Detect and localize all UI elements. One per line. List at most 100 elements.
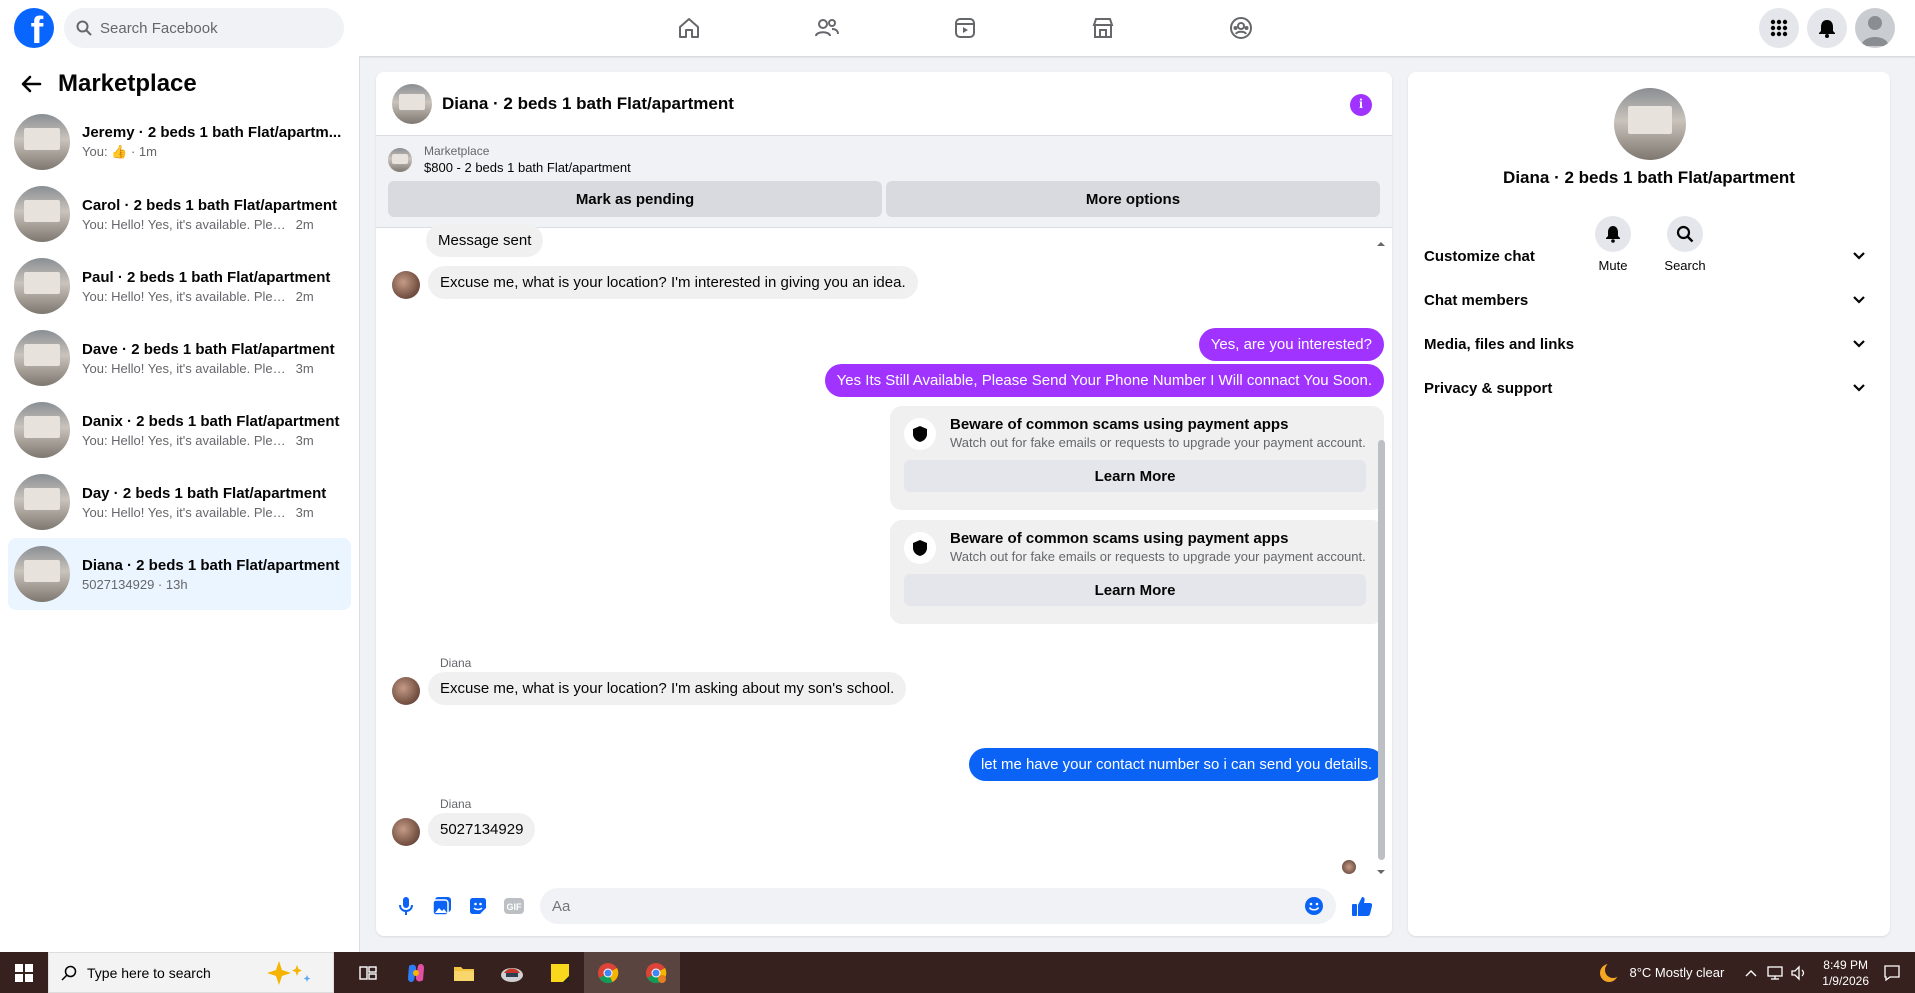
seen-indicator-avatar xyxy=(1342,860,1356,874)
weather-widget[interactable]: 8°C Mostly clear xyxy=(1598,961,1724,984)
listing-banner: Marketplace $800 - 2 beds 1 bath Flat/ap… xyxy=(376,136,1392,228)
listing-thumbnail xyxy=(14,474,70,530)
section-label: Chat members xyxy=(1424,291,1529,309)
info-icon[interactable]: i xyxy=(1350,94,1372,116)
gif-icon[interactable]: GIF xyxy=(496,888,532,924)
mark-pending-button[interactable]: Mark as pending xyxy=(388,181,882,217)
conversation-time: 3m xyxy=(295,504,314,520)
volume-icon[interactable] xyxy=(1790,964,1808,981)
marketplace-icon[interactable] xyxy=(1034,0,1172,56)
sticker-icon[interactable] xyxy=(460,888,496,924)
conversation-title: Jeremy · 2 beds 1 bath Flat/apartm... xyxy=(82,124,342,141)
chat-members-section[interactable]: Chat members xyxy=(1424,278,1874,322)
conversation-preview: You: Hello! Yes, it's available. Please … xyxy=(82,216,292,232)
facebook-logo[interactable]: f xyxy=(14,8,54,48)
like-icon[interactable] xyxy=(1344,888,1380,924)
message-input[interactable] xyxy=(552,897,1304,915)
customize-chat-section[interactable]: Customize chat xyxy=(1424,234,1874,278)
section-label: Customize chat xyxy=(1424,247,1535,265)
message-row: Message sent xyxy=(418,224,544,257)
chat-panel: Diana · 2 beds 1 bath Flat/apartment i M… xyxy=(376,72,1392,936)
back-arrow-icon[interactable] xyxy=(20,73,42,95)
top-navigation-bar: f xyxy=(0,0,1915,56)
learn-more-button[interactable]: Learn More xyxy=(904,574,1366,606)
chat-avatar[interactable] xyxy=(392,83,432,124)
scam-warning-card: Beware of common scams using payment app… xyxy=(890,406,1384,510)
sender-name: Diana xyxy=(440,656,472,670)
sender-avatar xyxy=(392,271,420,299)
conversation-item[interactable]: Jeremy · 2 beds 1 bath Flat/apartm... Yo… xyxy=(8,106,351,178)
scam-warning-card: Beware of common scams using payment app… xyxy=(890,520,1384,624)
conversation-item-active[interactable]: Diana · 2 beds 1 bath Flat/apartment 502… xyxy=(8,538,351,610)
listing-summary[interactable]: Marketplace $800 - 2 beds 1 bath Flat/ap… xyxy=(388,144,1380,175)
main-nav xyxy=(620,0,1310,56)
taskbar-search[interactable] xyxy=(48,952,334,993)
conversation-preview: 5027134929 · 13h xyxy=(82,576,188,592)
chat-scrollbar[interactable] xyxy=(1376,240,1386,876)
message-bubble: Excuse me, what is your location? I'm in… xyxy=(428,266,918,299)
conversation-time: · 1m xyxy=(130,144,157,159)
chat-title[interactable]: Diana · 2 beds 1 bath Flat/apartment xyxy=(442,94,734,114)
privacy-support-section[interactable]: Privacy & support xyxy=(1424,366,1874,410)
conversation-title: Danix · 2 beds 1 bath Flat/apartment xyxy=(82,412,340,430)
conversation-title: Paul · 2 beds 1 bath Flat/apartment xyxy=(82,268,331,286)
message-bubble: Excuse me, what is your location? I'm as… xyxy=(428,672,907,705)
emoji-icon[interactable] xyxy=(1304,896,1324,916)
facebook-search[interactable] xyxy=(64,8,344,48)
more-options-button[interactable]: More options xyxy=(886,181,1380,217)
scroll-down-icon[interactable] xyxy=(1376,868,1386,876)
conversation-preview: You: Hello! Yes, it's available. Please … xyxy=(82,504,292,520)
search-input[interactable] xyxy=(100,19,320,37)
conversation-time: 3m xyxy=(295,432,314,448)
page-title: Marketplace xyxy=(58,70,197,97)
listing-thumbnail xyxy=(14,546,70,602)
video-icon[interactable] xyxy=(896,0,1034,56)
conversation-item[interactable]: Paul · 2 beds 1 bath Flat/apartment You:… xyxy=(8,250,351,322)
notifications-icon[interactable] xyxy=(1883,964,1901,982)
conversation-title: Day · 2 beds 1 bath Flat/apartment xyxy=(82,484,327,502)
microphone-icon[interactable] xyxy=(388,888,424,924)
scam-warning-title: Beware of common scams using payment app… xyxy=(950,530,1289,547)
task-view-icon[interactable] xyxy=(344,952,392,993)
chevron-down-icon xyxy=(1853,340,1865,348)
shield-icon xyxy=(904,418,936,450)
message-row: 5027134929 xyxy=(392,813,536,846)
copilot-icon[interactable] xyxy=(392,952,440,993)
message-input-wrapper xyxy=(540,888,1336,924)
network-icon[interactable] xyxy=(1766,965,1784,981)
menu-grid-icon[interactable] xyxy=(1759,8,1799,48)
scam-warning-title: Beware of common scams using payment app… xyxy=(950,416,1289,433)
chrome-icon[interactable] xyxy=(584,952,632,993)
conversation-item[interactable]: Day · 2 beds 1 bath Flat/apartment You: … xyxy=(8,466,351,538)
listing-thumbnail-large[interactable] xyxy=(1614,88,1686,160)
moon-icon xyxy=(1599,961,1620,982)
message-row: Yes, are you interested? xyxy=(1198,328,1384,361)
message-bubble: Yes Its Still Available, Please Send You… xyxy=(824,364,1384,397)
account-avatar[interactable] xyxy=(1855,8,1895,48)
scroll-up-icon[interactable] xyxy=(1376,240,1386,248)
search-icon xyxy=(61,965,77,981)
photo-icon[interactable] xyxy=(424,888,460,924)
chrome-profile-icon[interactable] xyxy=(632,952,680,993)
home-icon[interactable] xyxy=(620,0,758,56)
conversation-item[interactable]: Dave · 2 beds 1 bath Flat/apartment You:… xyxy=(8,322,351,394)
file-explorer-icon[interactable] xyxy=(440,952,488,993)
chevron-up-icon[interactable] xyxy=(1744,968,1758,978)
chat-header: Diana · 2 beds 1 bath Flat/apartment i xyxy=(376,72,1392,136)
learn-more-button[interactable]: Learn More xyxy=(904,460,1366,492)
conversation-item[interactable]: Danix · 2 beds 1 bath Flat/apartment You… xyxy=(8,394,351,466)
conversation-item[interactable]: Carol · 2 beds 1 bath Flat/apartment You… xyxy=(8,178,351,250)
friends-icon[interactable] xyxy=(758,0,896,56)
scrollbar-thumb[interactable] xyxy=(1378,440,1385,860)
windows-start-icon[interactable] xyxy=(0,952,48,993)
groups-icon[interactable] xyxy=(1172,0,1310,56)
media-files-links-section[interactable]: Media, files and links xyxy=(1424,322,1874,366)
app-icon[interactable] xyxy=(488,952,536,993)
taskbar-clock[interactable]: 8:49 PM 1/9/2026 xyxy=(1822,957,1869,989)
sender-name: Diana xyxy=(440,797,472,811)
sticky-notes-icon[interactable] xyxy=(536,952,584,993)
taskbar-search-input[interactable] xyxy=(87,964,257,981)
chevron-down-icon xyxy=(1853,384,1865,392)
bell-icon[interactable] xyxy=(1807,8,1847,48)
gif-label: GIF xyxy=(507,902,523,912)
